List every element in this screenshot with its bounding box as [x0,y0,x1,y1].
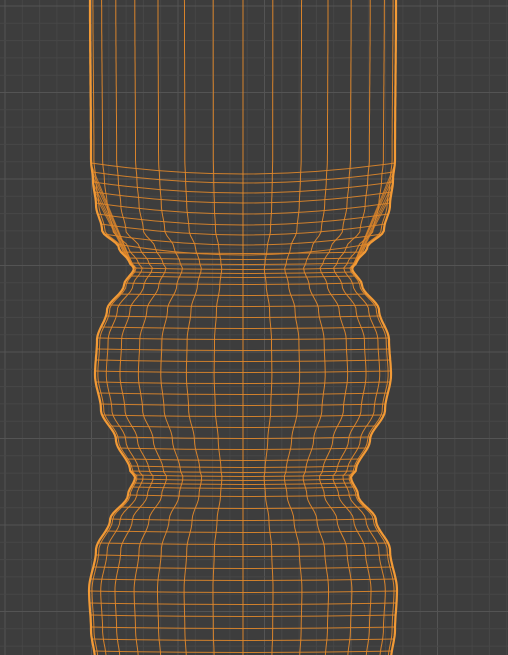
viewport-canvas[interactable] [0,0,508,655]
3d-viewport[interactable] [0,0,508,655]
